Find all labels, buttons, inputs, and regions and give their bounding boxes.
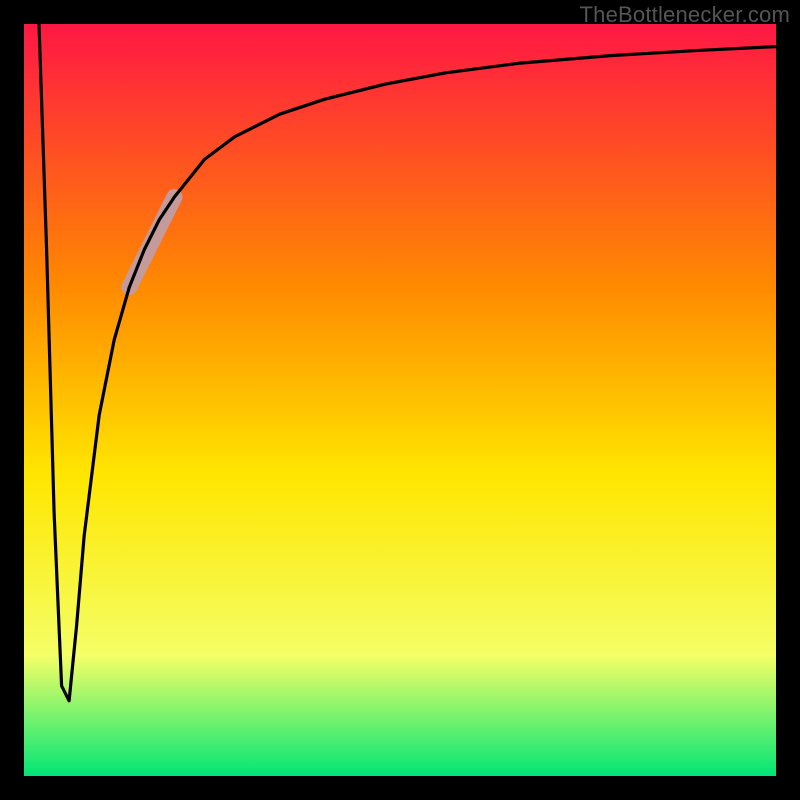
plot-svg <box>24 24 776 776</box>
gradient-background <box>24 24 776 776</box>
plot-area <box>24 24 776 776</box>
chart-frame: TheBottlenecker.com <box>0 0 800 800</box>
